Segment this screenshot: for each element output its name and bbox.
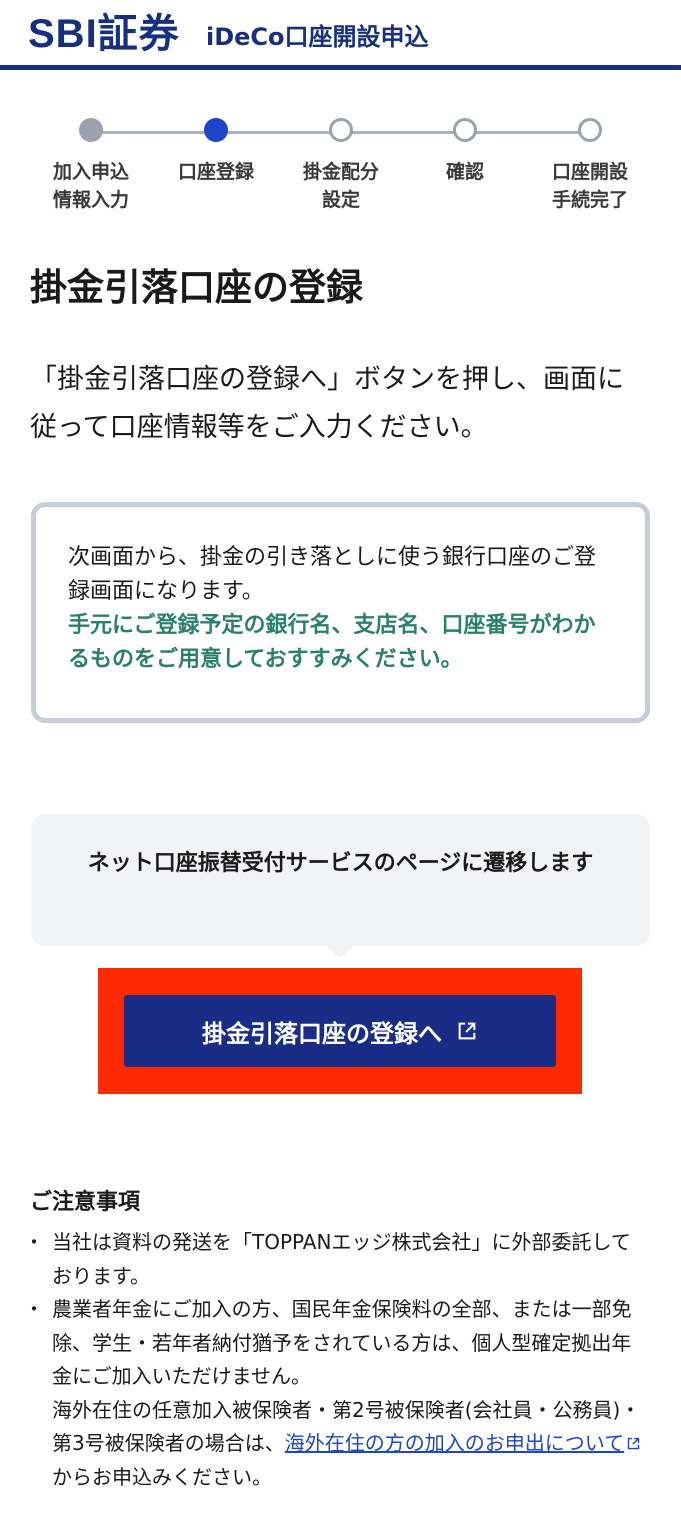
external-link-icon xyxy=(458,1022,476,1040)
overseas-enrollment-link[interactable]: 海外在住の方の加入のお申出について xyxy=(285,1431,641,1455)
sbi-logo[interactable]: SBI証券 xyxy=(28,10,180,58)
note-item-2-text: 農業者年金にご加入の方、国民年金保険料の全部、または一部免除、学生・若年者納付猶… xyxy=(52,1297,632,1388)
note-item-2-suffix: からお申込みください。 xyxy=(52,1464,272,1489)
note-highlight: 手元にご登録予定の銀行名、支店名、口座番号がわかるものをご用意しておすすみくださ… xyxy=(68,613,596,672)
bank-account-note: 次画面から、掛金の引き落としに使う銀行口座のご登録画面になります。 手元にご登録… xyxy=(31,502,650,723)
step-dot-1 xyxy=(79,118,103,142)
register-account-button[interactable]: 掛金引落口座の登録へ xyxy=(124,995,556,1067)
intro-text: 「掛金引落口座の登録へ」ボタンを押し、画面に従って口座情報等をご入力ください。 xyxy=(30,364,624,443)
step-label-3: 掛金配分 設定 xyxy=(302,161,379,211)
step-dot-2 xyxy=(204,118,228,142)
overseas-enrollment-link-text[interactable]: 海外在住の方の加入のお申出について xyxy=(285,1431,624,1455)
redirect-info-bubble: ネット口座振替受付サービスのページに遷移します xyxy=(31,814,650,946)
step-dot-5 xyxy=(578,118,602,142)
register-account-button-label: 掛金引落口座の登録へ xyxy=(202,1019,442,1048)
note-item-1: 当社は資料の発送を「TOPPANエッジ株式会社」に外部委託しております。 xyxy=(24,1226,645,1293)
step-dot-3 xyxy=(329,118,353,142)
step-label-4: 確認 xyxy=(445,161,484,183)
header-title: iDeCo口座開設申込 xyxy=(206,23,429,51)
notes-title: ご注意事項 xyxy=(30,1190,141,1215)
bubble-tail xyxy=(324,944,356,958)
progress-stepper: 加入申込 情報入力 口座登録 掛金配分 設定 確認 口座開設 手続完了 xyxy=(0,112,681,222)
note-item-2: 農業者年金にご加入の方、国民年金保険料の全部、または一部免除、学生・若年者納付猶… xyxy=(24,1293,645,1494)
note-item-1-text: 当社は資料の発送を「TOPPANエッジ株式会社」に外部委託しております。 xyxy=(52,1230,631,1288)
note-text: 次画面から、掛金の引き落としに使う銀行口座のご登録画面になります。 xyxy=(68,545,597,604)
step-label-2: 口座登録 xyxy=(177,161,254,183)
step-label-5: 口座開設 手続完了 xyxy=(551,161,628,211)
page-title: 掛金引落口座の登録 xyxy=(30,266,363,309)
notes-list: 当社は資料の発送を「TOPPANエッジ株式会社」に外部委託しております。 農業者… xyxy=(24,1226,645,1494)
external-link-icon xyxy=(627,1437,640,1450)
step-label-1: 加入申込 情報入力 xyxy=(52,161,129,211)
step-dot-4 xyxy=(453,118,477,142)
header: SBI証券 iDeCo口座開設申込 xyxy=(0,0,681,70)
